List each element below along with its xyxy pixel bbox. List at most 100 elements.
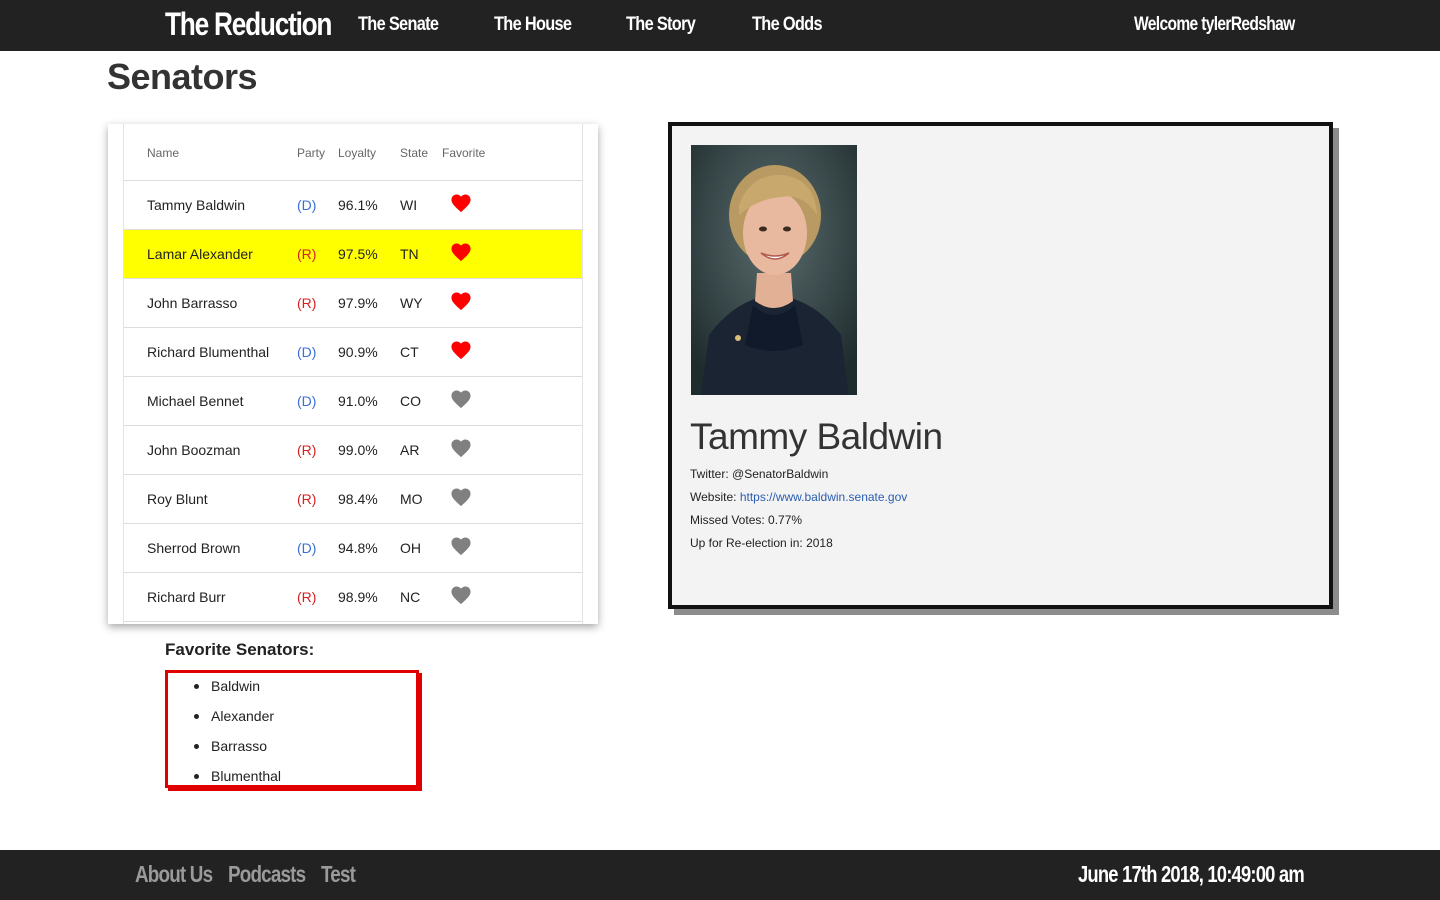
favorite-heart-icon[interactable]	[450, 389, 472, 409]
bullet-icon	[194, 744, 199, 749]
senator-state: WI	[400, 197, 418, 213]
senator-party: (D)	[297, 393, 317, 409]
senator-loyalty: 97.5%	[338, 246, 378, 262]
senator-party: (R)	[297, 589, 317, 605]
bullet-icon	[194, 774, 199, 779]
senator-party: (R)	[297, 442, 317, 458]
senator-name[interactable]: John Boozman	[147, 442, 240, 458]
detail-twitter: Twitter: @SenatorBaldwin	[690, 467, 828, 481]
nav-links: The Senate The House The Story The Odds	[358, 14, 862, 36]
senators-table-card: Name Party Loyalty State Favorite Tammy …	[108, 124, 598, 624]
senator-loyalty: 91.0%	[338, 393, 378, 409]
favorite-list-item: Blumenthal	[194, 766, 281, 796]
welcome-user[interactable]: Welcome tylerRedshaw	[1134, 14, 1295, 36]
table-row[interactable]: Michael Bennet (D) 91.0% CO	[124, 377, 582, 426]
senator-name[interactable]: Richard Blumenthal	[147, 344, 269, 360]
senator-state: MO	[400, 491, 423, 507]
senator-party: (D)	[297, 344, 317, 360]
table-row[interactable]: Sherrod Brown (D) 94.8% OH	[124, 524, 582, 573]
table-row[interactable]: John Boozman (R) 99.0% AR	[124, 426, 582, 475]
favorite-heart-icon[interactable]	[450, 487, 472, 507]
footer-clock: June 17th 2018, 10:49:00 am	[1078, 861, 1305, 887]
website-link[interactable]: https://www.baldwin.senate.gov	[740, 490, 907, 504]
senator-party: (R)	[297, 246, 317, 262]
favorite-heart-icon[interactable]	[450, 291, 472, 311]
favorite-heart-icon[interactable]	[450, 585, 472, 605]
table-body: Tammy Baldwin (D) 96.1% WI Lamar Alexander (R…	[124, 181, 582, 622]
favorite-list-item: Barrasso	[194, 736, 281, 766]
nav-link-house[interactable]: The House	[494, 14, 582, 36]
senator-name[interactable]: Lamar Alexander	[147, 246, 253, 262]
favorites-title: Favorite Senators:	[165, 640, 315, 659]
website-label: Website:	[690, 490, 740, 504]
senator-state: NC	[400, 589, 421, 605]
header-name[interactable]: Name	[147, 146, 179, 160]
favorite-heart-icon[interactable]	[450, 438, 472, 458]
header-party[interactable]: Party	[297, 146, 325, 160]
senators-table: Name Party Loyalty State Favorite Tammy …	[123, 124, 583, 624]
senator-loyalty: 96.1%	[338, 197, 378, 213]
bullet-icon	[194, 684, 199, 689]
nav-link-senate[interactable]: The Senate	[358, 14, 449, 36]
senator-loyalty: 99.0%	[338, 442, 378, 458]
favorite-heart-icon[interactable]	[450, 242, 472, 262]
senator-loyalty: 97.9%	[338, 295, 378, 311]
brand-logo[interactable]: The Reduction	[165, 6, 332, 43]
senator-name[interactable]: Sherrod Brown	[147, 540, 240, 556]
nav-link-story[interactable]: The Story	[626, 14, 709, 36]
table-row[interactable]: Richard Burr (R) 98.9% NC	[124, 573, 582, 622]
favorite-list-item: Baldwin	[194, 676, 281, 706]
favorite-heart-icon[interactable]	[450, 340, 472, 360]
header-state[interactable]: State	[400, 146, 428, 160]
favorite-heart-icon[interactable]	[450, 193, 472, 213]
table-row[interactable]: Roy Blunt (R) 98.4% MO	[124, 475, 582, 524]
senator-state: TN	[400, 246, 419, 262]
twitter-handle: @SenatorBaldwin	[732, 467, 829, 481]
footer-link-about[interactable]: About Us	[135, 861, 213, 888]
senator-detail-name: Tammy Baldwin	[690, 416, 943, 457]
favorite-name: Alexander	[211, 708, 275, 724]
senator-loyalty: 94.8%	[338, 540, 378, 556]
senator-loyalty: 98.4%	[338, 491, 378, 507]
favorites-box: Baldwin Alexander Barrasso Blumenthal	[165, 670, 419, 788]
senator-loyalty: 90.9%	[338, 344, 378, 360]
favorite-list-item: Alexander	[194, 706, 281, 736]
favorite-name: Barrasso	[211, 738, 268, 754]
table-row[interactable]: Richard Blumenthal (D) 90.9% CT	[124, 328, 582, 377]
senator-state: CO	[400, 393, 421, 409]
favorite-heart-icon[interactable]	[450, 536, 472, 556]
footer-links: About Us Podcasts Test	[135, 861, 371, 888]
senator-name[interactable]: Richard Burr	[147, 589, 226, 605]
table-row[interactable]: Tammy Baldwin (D) 96.1% WI	[124, 181, 582, 230]
senator-party: (R)	[297, 491, 317, 507]
reelection-label: Up for Re-election in:	[690, 536, 807, 550]
footer-link-test[interactable]: Test	[321, 861, 356, 888]
favorite-name: Baldwin	[211, 678, 261, 694]
senator-name[interactable]: John Barrasso	[147, 295, 237, 311]
table-row[interactable]: John Barrasso (R) 97.9% WY	[124, 279, 582, 328]
senator-name[interactable]: Roy Blunt	[147, 491, 208, 507]
senator-name[interactable]: Michael Bennet	[147, 393, 244, 409]
bullet-icon	[194, 714, 199, 719]
senator-party: (D)	[297, 540, 317, 556]
detail-reelection: Up for Re-election in: 2018	[690, 536, 833, 550]
nav-link-odds[interactable]: The Odds	[752, 14, 823, 36]
senator-state: OH	[400, 540, 421, 556]
senator-loyalty: 98.9%	[338, 589, 378, 605]
reelection-value: 2018	[806, 536, 833, 550]
footer: About Us Podcasts Test June 17th 2018, 1…	[0, 850, 1440, 900]
header-loyalty[interactable]: Loyalty	[338, 146, 376, 160]
senator-name[interactable]: Tammy Baldwin	[147, 197, 245, 213]
senator-state: WY	[400, 295, 423, 311]
favorites-list: Baldwin Alexander Barrasso Blumenthal	[194, 676, 281, 796]
detail-missed-votes: Missed Votes: 0.77%	[690, 513, 802, 527]
detail-website: Website: https://www.baldwin.senate.gov	[690, 490, 907, 504]
header-favorite[interactable]: Favorite	[442, 146, 485, 160]
top-navbar: The Reduction The Senate The House The S…	[0, 0, 1440, 51]
senator-detail-panel: Tammy Baldwin Twitter: @SenatorBaldwin W…	[668, 122, 1333, 609]
twitter-label: Twitter:	[690, 467, 733, 481]
footer-link-podcasts[interactable]: Podcasts	[228, 861, 306, 888]
senator-party: (R)	[297, 295, 317, 311]
table-header: Name Party Loyalty State Favorite	[124, 124, 582, 181]
table-row[interactable]: Lamar Alexander (R) 97.5% TN	[124, 230, 582, 279]
